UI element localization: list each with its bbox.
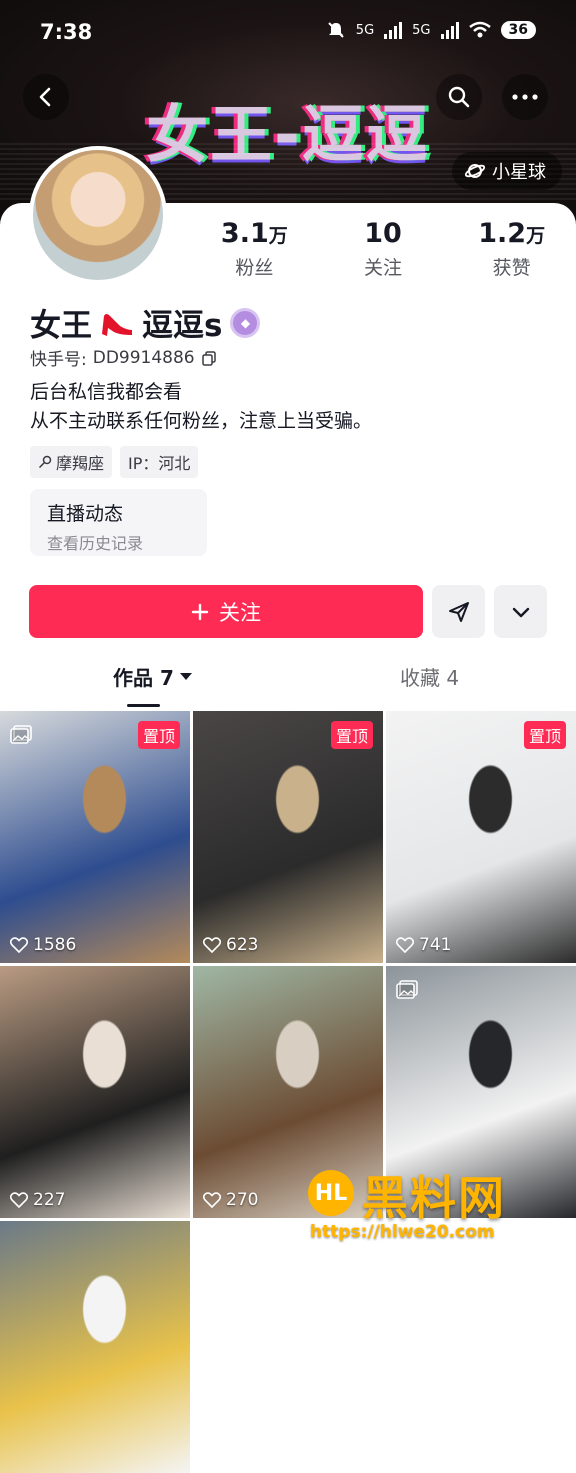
- planet-label: 小星球: [492, 162, 546, 183]
- profile-tags: 摩羯座 IP：河北: [30, 446, 199, 478]
- stat-followers[interactable]: 3.1万 粉丝: [190, 218, 319, 280]
- image-album-icon: [396, 980, 418, 999]
- stat-unit: 万: [268, 225, 288, 247]
- likes-count: 270: [203, 1190, 258, 1210]
- status-icons: 5G 5G 36: [326, 20, 536, 40]
- battery-indicator: 36: [500, 21, 536, 39]
- likes-count: 227: [10, 1190, 65, 1210]
- likes-count: 1586: [10, 935, 76, 955]
- mute-bell-icon: [328, 22, 344, 38]
- send-icon: [448, 601, 469, 622]
- avatar[interactable]: [29, 146, 167, 284]
- chevron-down-icon: [512, 607, 529, 617]
- heart-icon: [10, 937, 28, 953]
- stat-likes[interactable]: 1.2万 获赞: [447, 218, 576, 280]
- stat-number: 3.1: [220, 218, 269, 249]
- heart-icon: [10, 1192, 28, 1208]
- tab-works-label: 作品 7: [113, 666, 174, 690]
- image-album-icon: [10, 725, 32, 744]
- signal-icon-1: [384, 21, 403, 39]
- bio-line: 后台私信我都会看: [30, 381, 183, 403]
- stat-label: 关注: [364, 257, 403, 279]
- planet-button[interactable]: 小星球: [452, 152, 562, 190]
- heart-icon: [203, 937, 221, 953]
- search-button[interactable]: [436, 74, 482, 120]
- live-title: 直播动态: [47, 503, 124, 525]
- likes-value: 1586: [33, 935, 77, 955]
- profile-name-part-2: 逗逗s: [142, 308, 223, 344]
- chevron-left-icon: [39, 87, 51, 107]
- network-label-1: 5G: [355, 22, 375, 38]
- user-id-label: 快手号:: [30, 350, 87, 370]
- likes-value: 741: [419, 935, 452, 955]
- post-thumbnail[interactable]: 置顶 623: [193, 711, 383, 963]
- back-button[interactable]: [23, 74, 69, 120]
- follow-button[interactable]: 关注: [29, 585, 423, 638]
- watermark-text: 黑料网: [362, 1171, 506, 1225]
- zodiac-label: 摩羯座: [56, 454, 105, 473]
- stat-number: 1.2: [478, 218, 527, 249]
- post-thumbnail[interactable]: 置顶 741: [386, 711, 576, 963]
- tab-favorites-label: 收藏 4: [400, 666, 460, 690]
- stat-unit: 万: [526, 225, 546, 247]
- active-tab-indicator: [127, 704, 160, 707]
- follow-label: 关注: [219, 600, 261, 625]
- live-subtitle: 查看历史记录: [47, 534, 144, 553]
- post-thumbnail[interactable]: 置顶 1586: [0, 711, 190, 963]
- stat-number: 10: [364, 218, 402, 249]
- message-button[interactable]: [432, 585, 485, 638]
- ip-tag: IP：河北: [120, 446, 199, 478]
- likes-value: 270: [226, 1190, 259, 1210]
- content-tabs: 作品 7 收藏 4: [0, 662, 576, 708]
- profile-bio: 后台私信我都会看 从不主动联系任何粉丝，注意上当受骗。: [30, 378, 372, 436]
- pinned-badge: 置顶: [330, 721, 373, 749]
- stat-label: 粉丝: [235, 257, 274, 279]
- site-watermark: HL 黑料网 https://hlwe20.com: [308, 1166, 558, 1246]
- stat-label: 获赞: [492, 257, 531, 279]
- tab-works[interactable]: 作品 7: [113, 662, 192, 691]
- plus-icon: [191, 603, 209, 620]
- search-icon: [448, 86, 470, 108]
- likes-value: 623: [226, 935, 259, 955]
- profile-name-row: 女王 逗逗s ◆: [30, 300, 261, 345]
- heart-icon: [203, 1192, 221, 1208]
- heart-icon: [396, 937, 414, 953]
- status-time: 7:38: [40, 20, 93, 44]
- user-id-value: DD9914886: [92, 347, 195, 368]
- likes-value: 227: [33, 1190, 66, 1210]
- network-label-2: 5G: [412, 22, 431, 38]
- zodiac-tag: 摩羯座: [30, 446, 113, 478]
- wifi-icon: [468, 21, 491, 38]
- status-bar: 7:38 5G 5G 36: [0, 0, 576, 64]
- user-id-row: 快手号: DD9914886: [30, 345, 217, 370]
- profile-name-part-1: 女王: [30, 308, 92, 344]
- more-options-button[interactable]: [502, 74, 548, 120]
- signal-icon-2: [440, 21, 459, 39]
- post-thumbnail[interactable]: 227: [0, 966, 190, 1218]
- copy-icon[interactable]: [201, 350, 217, 366]
- live-history-card[interactable]: 直播动态 查看历史记录: [30, 489, 207, 556]
- ip-label: IP：河北: [128, 454, 191, 473]
- caret-down-icon: [179, 672, 192, 680]
- expand-button[interactable]: [494, 585, 547, 638]
- more-dots-icon: [512, 94, 538, 100]
- likes-count: 741: [396, 935, 451, 955]
- pinned-badge: 置顶: [523, 721, 566, 749]
- stat-following[interactable]: 10 关注: [319, 218, 448, 280]
- profile-stats: 3.1万 粉丝 10 关注 1.2万 获赞: [190, 218, 576, 280]
- planet-icon: [464, 164, 486, 178]
- capricorn-icon: [38, 455, 52, 469]
- likes-count: 623: [203, 935, 258, 955]
- high-heel-icon: [102, 313, 132, 336]
- watermark-logo: HL: [308, 1170, 354, 1216]
- level-badge-icon[interactable]: ◆: [230, 307, 261, 338]
- bio-line: 从不主动联系任何粉丝，注意上当受骗。: [30, 410, 373, 432]
- post-thumbnail[interactable]: [0, 1221, 190, 1473]
- watermark-url: https://hlwe20.com: [310, 1222, 495, 1242]
- pinned-badge: 置顶: [137, 721, 180, 749]
- tab-favorites[interactable]: 收藏 4: [400, 662, 459, 691]
